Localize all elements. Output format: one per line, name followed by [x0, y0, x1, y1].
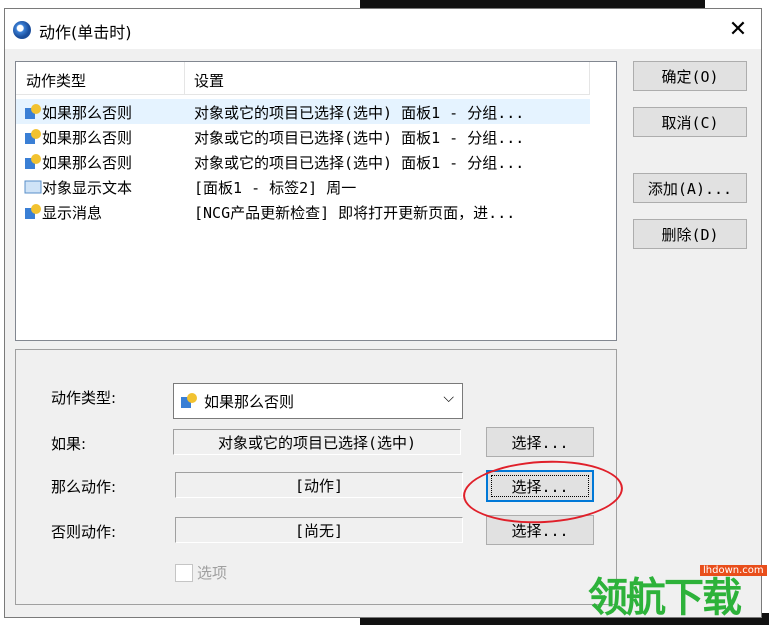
if-then-icon [25, 104, 41, 119]
option-checkbox[interactable] [175, 564, 193, 582]
column-header-action-type[interactable]: 动作类型 [26, 70, 86, 91]
select-if-button[interactable]: 选择... [486, 427, 594, 457]
if-then-icon [25, 154, 41, 169]
column-header-settings[interactable]: 设置 [194, 70, 224, 91]
then-action-label: 那么动作: [51, 478, 117, 496]
close-icon: ✕ [728, 16, 748, 42]
action-list[interactable]: 动作类型 设置 如果那么否则 对象或它的项目已选择(选中) 面板1 - 分组..… [15, 61, 617, 341]
list-item[interactable]: 对象显示文本 [面板1 - 标签2] 周一 [16, 174, 590, 199]
watermark-site: lhdown.com [700, 565, 767, 576]
list-item-name: 如果那么否则 [42, 104, 133, 122]
title-bar[interactable]: 动作(单击时) ✕ [5, 9, 761, 49]
action-dialog: 动作(单击时) ✕ 动作类型 设置 如果那么否则 对象或它的项目已选择(选中) … [4, 8, 762, 618]
column-divider [184, 62, 185, 94]
list-item[interactable]: 如果那么否则 对象或它的项目已选择(选中) 面板1 - 分组... [16, 124, 590, 149]
close-button[interactable]: ✕ [715, 11, 761, 47]
cancel-button[interactable]: 取消(C) [633, 107, 747, 137]
add-button[interactable]: 添加(A)... [633, 173, 747, 203]
if-label: 如果: [51, 435, 87, 453]
action-type-label: 动作类型: [51, 389, 117, 407]
if-then-icon [181, 393, 197, 408]
list-item-name: 显示消息 [42, 204, 103, 222]
list-item-name: 如果那么否则 [42, 154, 133, 172]
column-divider [589, 62, 590, 94]
app-icon [13, 21, 31, 39]
then-action-field: [动作] [175, 472, 463, 498]
action-type-combo[interactable]: 如果那么否则 ⌵ [173, 383, 463, 419]
list-item-name: 如果那么否则 [42, 129, 133, 147]
action-type-value: 如果那么否则 [204, 393, 295, 411]
list-item[interactable]: 如果那么否则 对象或它的项目已选择(选中) 面板1 - 分组... [16, 149, 590, 174]
list-item-setting: 对象或它的项目已选择(选中) 面板1 - 分组... [194, 104, 525, 122]
list-item-setting: [NCG产品更新检查] 即将打开更新页面，进... [194, 204, 516, 222]
chevron-down-icon: ⌵ [443, 390, 454, 406]
window-title: 动作(单击时) [39, 23, 132, 42]
delete-button[interactable]: 删除(D) [633, 219, 747, 249]
list-item-setting: [面板1 - 标签2] 周一 [194, 179, 357, 197]
else-action-field: [尚无] [175, 517, 463, 543]
list-item-name: 对象显示文本 [42, 179, 133, 197]
ok-button[interactable]: 确定(O) [633, 61, 747, 91]
list-header: 动作类型 设置 [16, 62, 590, 95]
if-then-icon [25, 129, 41, 144]
message-icon [25, 204, 41, 219]
list-item[interactable]: 如果那么否则 对象或它的项目已选择(选中) 面板1 - 分组... [16, 99, 590, 124]
else-action-label: 否则动作: [51, 523, 117, 541]
list-item-setting: 对象或它的项目已选择(选中) 面板1 - 分组... [194, 129, 525, 147]
list-item-setting: 对象或它的项目已选择(选中) 面板1 - 分组... [194, 154, 525, 172]
option-label: 选项 [197, 564, 228, 582]
list-item[interactable]: 显示消息 [NCG产品更新检查] 即将打开更新页面，进... [16, 199, 590, 224]
text-display-icon [24, 180, 42, 194]
if-condition-field: 对象或它的项目已选择(选中) [173, 429, 461, 455]
